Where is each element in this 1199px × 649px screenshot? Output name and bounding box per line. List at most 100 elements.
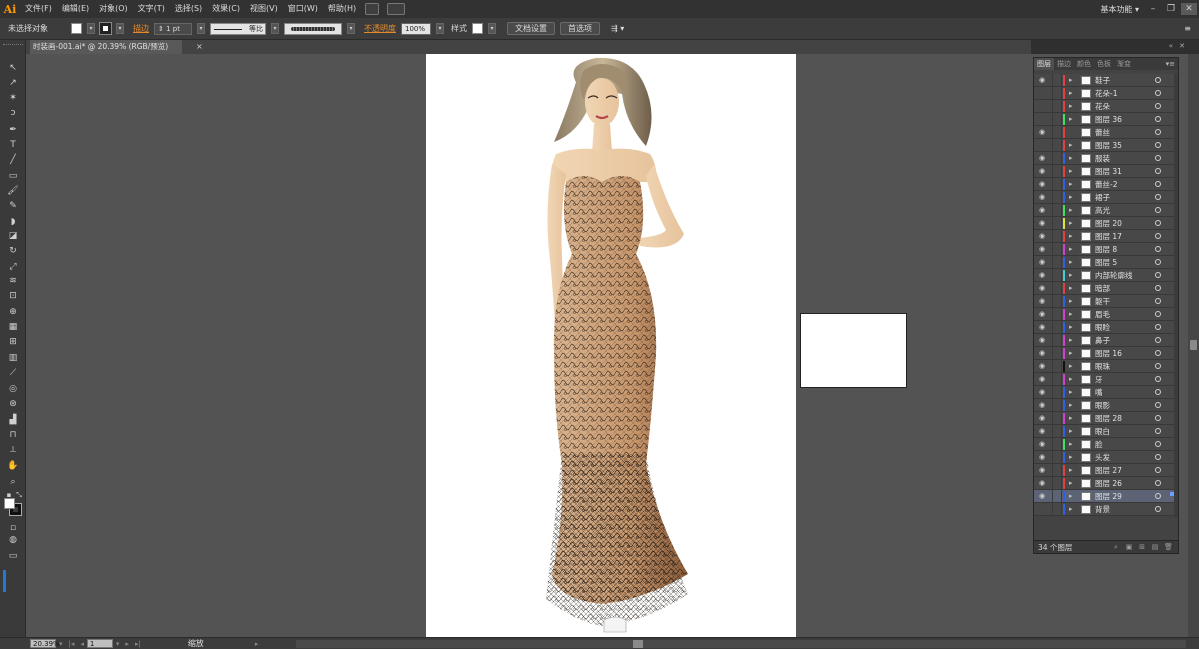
lock-toggle[interactable] <box>1052 100 1062 113</box>
scale-tool-icon[interactable]: ⤢ <box>7 261 19 273</box>
menu-item-2[interactable]: 对象(O) <box>94 0 133 18</box>
layer-name[interactable]: 鞋子 <box>1095 74 1110 87</box>
target-icon[interactable] <box>1155 298 1161 304</box>
target-icon[interactable] <box>1155 441 1161 447</box>
blend-tool-icon[interactable]: ◎ <box>7 383 19 395</box>
target-icon[interactable] <box>1155 337 1161 343</box>
layer-row[interactable]: ◉ ▸ 眼睑 <box>1034 321 1178 334</box>
document-setup-button[interactable]: 文档设置 <box>507 22 555 35</box>
lock-toggle[interactable] <box>1052 165 1062 178</box>
layer-row[interactable]: ◉ ▸ 图层 31 <box>1034 165 1178 178</box>
type-tool-icon[interactable]: T <box>7 139 19 151</box>
expand-triangle-icon[interactable]: ▸ <box>1069 165 1077 178</box>
graphic-style-swatch[interactable] <box>472 23 483 34</box>
status-menu-arrow[interactable]: ▸ <box>252 640 262 648</box>
expand-triangle-icon[interactable]: ▸ <box>1069 334 1077 347</box>
target-icon[interactable] <box>1155 285 1161 291</box>
menu-item-6[interactable]: 视图(V) <box>245 0 283 18</box>
eye-icon[interactable]: ◉ <box>1039 376 1047 383</box>
layer-name[interactable]: 躯干 <box>1095 295 1110 308</box>
expand-triangle-icon[interactable]: ▸ <box>1069 152 1077 165</box>
expand-triangle-icon[interactable]: ▸ <box>1069 87 1077 100</box>
target-icon[interactable] <box>1155 454 1161 460</box>
tool-slider[interactable] <box>3 570 6 592</box>
expand-triangle-icon[interactable]: ▸ <box>1069 308 1077 321</box>
target-icon[interactable] <box>1155 493 1161 499</box>
layer-name[interactable]: 图层 8 <box>1095 243 1117 256</box>
artboard-secondary[interactable] <box>800 313 907 388</box>
expand-triangle-icon[interactable]: ▸ <box>1069 256 1077 269</box>
lock-toggle[interactable] <box>1052 191 1062 204</box>
target-icon[interactable] <box>1155 259 1161 265</box>
collapse-panel-icon[interactable]: « <box>1169 42 1173 50</box>
new-sublayer-icon[interactable]: ⊞ <box>1138 543 1146 551</box>
layer-row[interactable]: ◉ ▸ 眉毛 <box>1034 308 1178 321</box>
expand-triangle-icon[interactable]: ▸ <box>1069 503 1077 516</box>
delete-layer-icon[interactable]: 🗑 <box>1164 543 1173 551</box>
variable-width-profile[interactable]: 等比 <box>210 22 266 35</box>
close-panel-icon[interactable]: ✕ <box>1179 42 1185 50</box>
target-icon[interactable] <box>1155 363 1161 369</box>
eye-icon[interactable]: ◉ <box>1039 220 1047 227</box>
eye-icon[interactable]: ◉ <box>1039 324 1047 331</box>
stroke-label[interactable]: 描边 <box>133 23 149 34</box>
layer-row[interactable]: ◉ ▸ 嘴 <box>1034 386 1178 399</box>
layer-name[interactable]: 图层 5 <box>1095 256 1117 269</box>
layer-row[interactable]: ◉ ▸ 躯干 <box>1034 295 1178 308</box>
gradient-tool-icon[interactable]: ▥ <box>7 352 19 364</box>
brush-dropdown[interactable]: ▾ <box>347 23 355 34</box>
layer-name[interactable]: 图层 27 <box>1095 464 1122 477</box>
lock-toggle[interactable] <box>1052 87 1062 100</box>
layer-row[interactable]: ◉ ▸ 内部轮廓线 <box>1034 269 1178 282</box>
expand-triangle-icon[interactable]: ▸ <box>1069 230 1077 243</box>
lock-toggle[interactable] <box>1052 295 1062 308</box>
fill-color-box[interactable] <box>4 498 15 509</box>
symbol-sprayer-tool-icon[interactable]: ⊛ <box>7 398 19 410</box>
eye-icon[interactable]: ◉ <box>1039 480 1047 487</box>
target-icon[interactable] <box>1155 272 1161 278</box>
target-icon[interactable] <box>1155 402 1161 408</box>
eraser-tool-icon[interactable]: ◪ <box>7 230 19 242</box>
expand-triangle-icon[interactable]: ▸ <box>1069 451 1077 464</box>
slice-tool-icon[interactable]: ⟂ <box>7 444 19 456</box>
layer-name[interactable]: 图层 16 <box>1095 347 1122 360</box>
prev-artboard-button[interactable]: ◂ <box>77 640 87 648</box>
lock-toggle[interactable] <box>1052 464 1062 477</box>
lock-toggle[interactable] <box>1052 113 1062 126</box>
layer-row[interactable]: ◉ ▸ 图层 28 <box>1034 412 1178 425</box>
eye-icon[interactable]: ◉ <box>1039 350 1047 357</box>
lock-toggle[interactable] <box>1052 386 1062 399</box>
layer-name[interactable]: 花朵 <box>1095 100 1110 113</box>
close-tab-icon[interactable]: × <box>196 40 204 54</box>
mesh-tool-icon[interactable]: ⊞ <box>7 336 19 348</box>
stroke-swatch[interactable] <box>99 22 112 35</box>
layer-row[interactable]: ◉ ▸ 图层 17 <box>1034 230 1178 243</box>
eye-icon[interactable]: ◉ <box>1039 389 1047 396</box>
eye-icon[interactable]: ◉ <box>1039 363 1047 370</box>
target-icon[interactable] <box>1155 142 1161 148</box>
eye-icon[interactable]: ◉ <box>1039 207 1047 214</box>
expand-triangle-icon[interactable]: ▸ <box>1069 386 1077 399</box>
menu-item-1[interactable]: 编辑(E) <box>57 0 94 18</box>
opacity-label[interactable]: 不透明度 <box>364 23 396 34</box>
layer-row[interactable]: ◉ ▸ 眼珠 <box>1034 360 1178 373</box>
layer-row[interactable]: ▸ 背景 <box>1034 503 1178 516</box>
layer-name[interactable]: 眼白 <box>1095 425 1110 438</box>
lock-toggle[interactable] <box>1052 152 1062 165</box>
panel-tab-0[interactable]: 图层 <box>1034 58 1054 70</box>
lock-toggle[interactable] <box>1052 230 1062 243</box>
artboard-tool-icon[interactable]: ⊓ <box>7 429 19 441</box>
restore-button[interactable]: ❐ <box>1163 3 1179 15</box>
zoom-dropdown[interactable]: ▾ <box>56 640 66 648</box>
lock-toggle[interactable] <box>1052 243 1062 256</box>
layer-name[interactable]: 牙 <box>1095 373 1103 386</box>
expand-triangle-icon[interactable]: ▸ <box>1069 74 1077 87</box>
layer-name[interactable]: 图层 28 <box>1095 412 1122 425</box>
pen-tool-icon[interactable]: ✒ <box>7 124 19 136</box>
eye-icon[interactable]: ◉ <box>1039 428 1047 435</box>
layer-row[interactable]: ▸ 图层 36 <box>1034 113 1178 126</box>
warp-tool-icon[interactable]: ≋ <box>7 275 19 287</box>
color-mode-icons[interactable]: ▫ <box>7 522 19 534</box>
profile-dropdown[interactable]: ▾ <box>271 23 279 34</box>
panel-tab-3[interactable]: 色板 <box>1094 58 1114 70</box>
